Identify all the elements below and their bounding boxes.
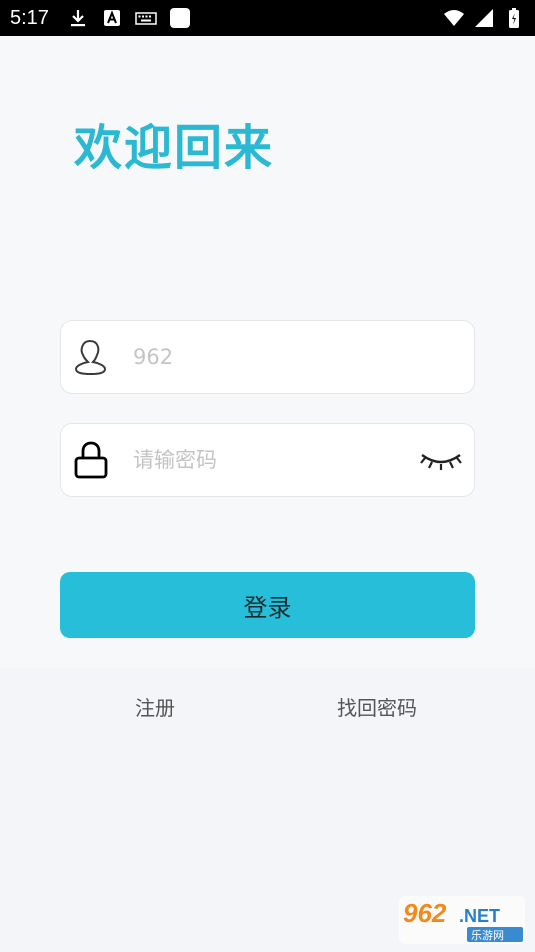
download-icon xyxy=(70,10,85,27)
username-field[interactable] xyxy=(60,320,475,394)
square-icon xyxy=(169,8,190,28)
wifi-icon xyxy=(444,10,464,26)
svg-text:962: 962 xyxy=(403,898,447,928)
keyboard-icon xyxy=(135,12,157,25)
svg-text:.NET: .NET xyxy=(459,906,500,926)
eye-closed-icon[interactable] xyxy=(418,445,464,475)
forgot-password-link[interactable]: 找回密码 xyxy=(337,692,417,721)
status-time: 5:17 xyxy=(10,6,49,29)
svg-text:乐游网: 乐游网 xyxy=(471,929,504,942)
user-icon xyxy=(74,339,107,376)
lock-icon xyxy=(74,441,108,479)
status-icons-left xyxy=(67,7,191,29)
welcome-title: 欢迎回来 xyxy=(74,120,275,176)
status-bar: 5:17 xyxy=(0,0,535,36)
login-button[interactable]: 登录 xyxy=(60,572,475,638)
signal-icon xyxy=(475,9,493,27)
watermark-logo: 962 .NET 乐游网 xyxy=(399,896,525,944)
password-input[interactable] xyxy=(133,448,403,472)
status-icons-right xyxy=(443,7,525,29)
username-input[interactable] xyxy=(133,345,403,369)
a-badge-icon xyxy=(103,10,120,26)
battery-icon xyxy=(509,8,519,28)
register-link[interactable]: 注册 xyxy=(135,692,175,721)
password-field[interactable] xyxy=(60,423,475,497)
